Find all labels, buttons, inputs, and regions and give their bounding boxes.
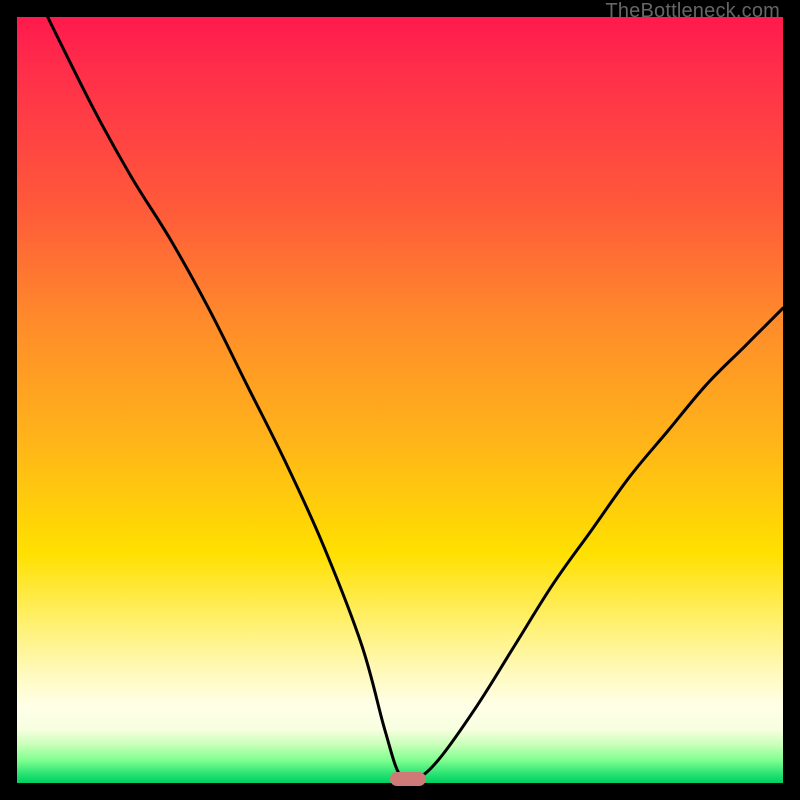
chart-frame: TheBottleneck.com bbox=[0, 0, 800, 800]
bottleneck-curve bbox=[17, 17, 783, 783]
minimum-marker bbox=[390, 772, 426, 786]
watermark-text: TheBottleneck.com bbox=[605, 0, 780, 23]
